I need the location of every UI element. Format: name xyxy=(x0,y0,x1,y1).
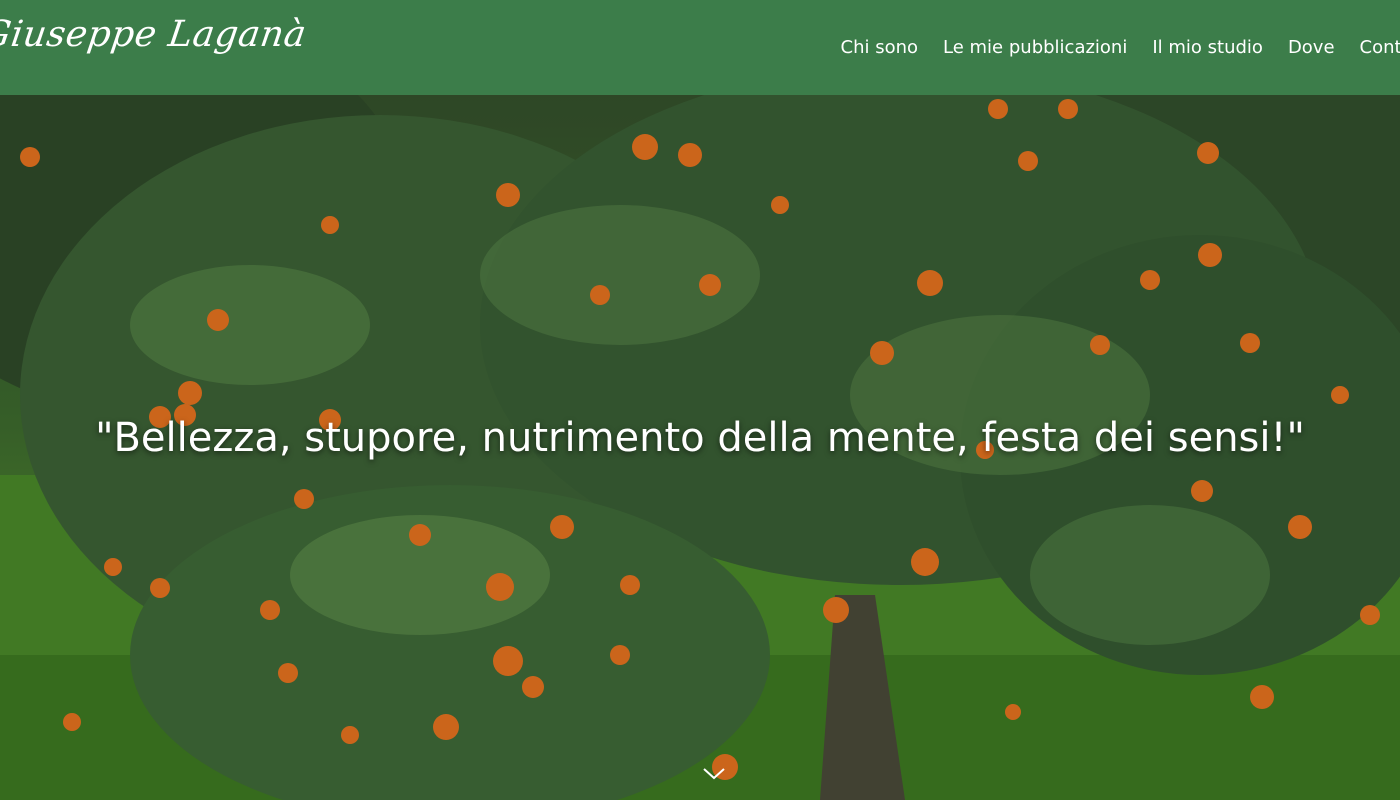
site-logo[interactable]: Giuseppe Laganà xyxy=(0,14,309,55)
nav-item-studio[interactable]: Il mio studio xyxy=(1140,37,1276,58)
site-header: Giuseppe Laganà Chi sono Le mie pubblica… xyxy=(0,0,1400,95)
nav-item-dove[interactable]: Dove xyxy=(1275,37,1347,58)
hero-section: "Bellezza, stupore, nutrimento della men… xyxy=(0,95,1400,800)
nav-item-contatti[interactable]: Contatti xyxy=(1347,37,1400,58)
nav-item-pubblicazioni[interactable]: Le mie pubblicazioni xyxy=(931,37,1140,58)
chevron-down-icon[interactable] xyxy=(702,766,726,782)
nav-item-chi-sono[interactable]: Chi sono xyxy=(828,37,931,58)
main-nav: Chi sono Le mie pubblicazioni Il mio stu… xyxy=(828,0,1400,95)
hero-quote: "Bellezza, stupore, nutrimento della men… xyxy=(95,415,1305,461)
